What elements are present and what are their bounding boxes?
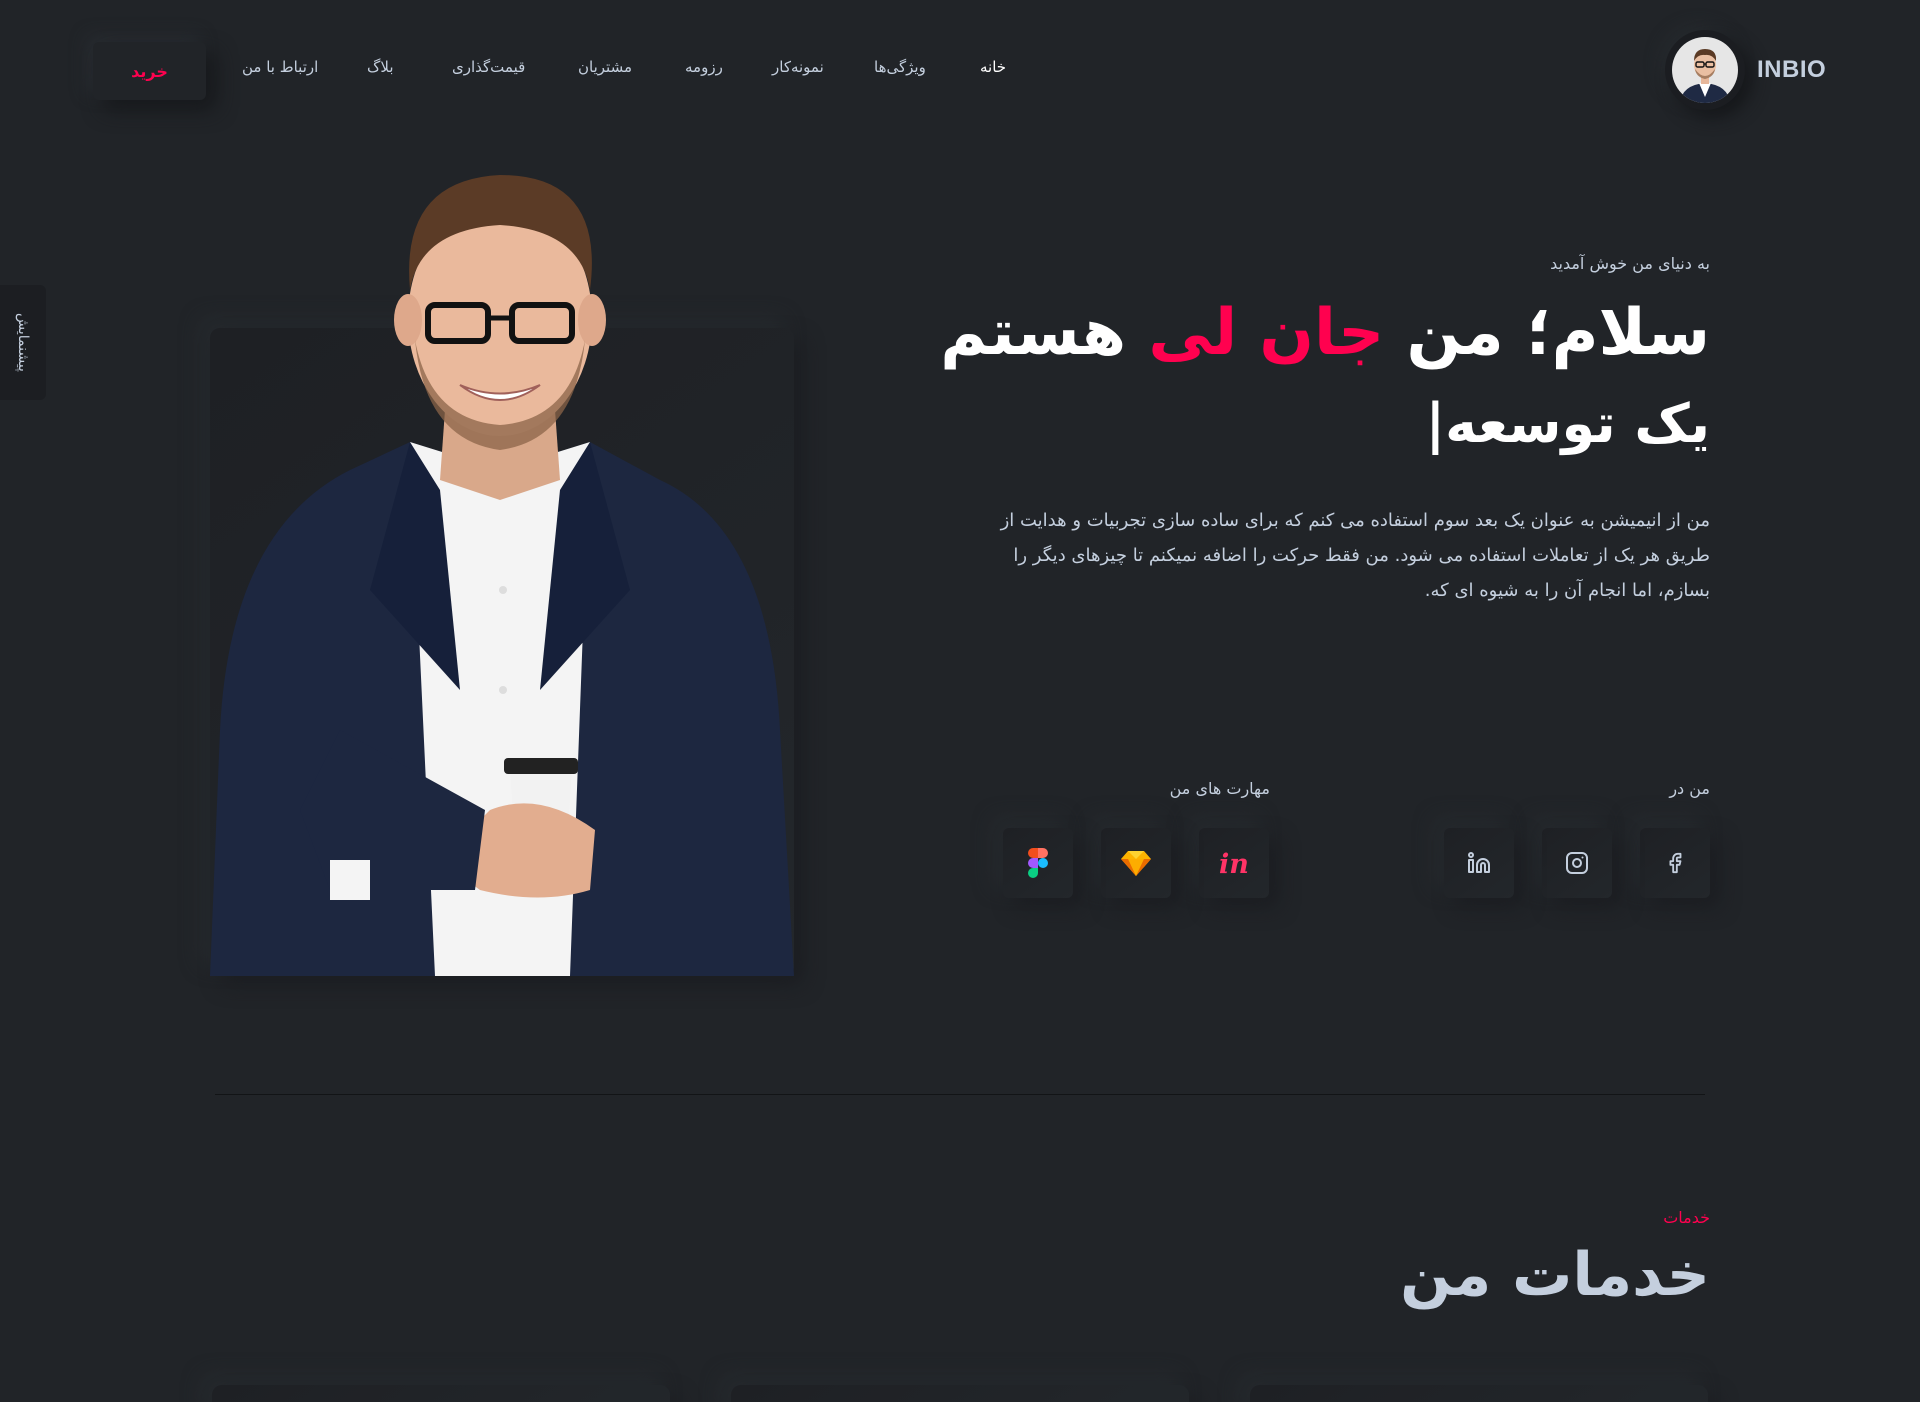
linkedin-icon [1468,852,1490,873]
figma-skill[interactable] [1003,828,1073,898]
brand-name: INBIO [1757,56,1827,83]
logo[interactable]: INBIO [1665,30,1826,110]
hero-description: من از انیمیشن به عنوان یک بعد سوم استفاد… [1000,510,1710,601]
nav-contact[interactable]: ارتباط با من [242,58,318,76]
nav-home[interactable]: خانه [980,58,1006,76]
sketch-icon [1121,851,1151,876]
preview-side-tab-label: پیشنمایش [15,313,31,372]
nav-resume[interactable]: رزومه [685,58,723,76]
instagram-icon [1566,852,1588,874]
section-divider [215,1094,1705,1095]
hero-name: جان لی [1148,296,1385,370]
svg-text:in: in [1219,849,1249,878]
hero-title: سلام؛ من جان لی هستم [940,296,1710,370]
nav-pricing[interactable]: قیمت‌گذاری [452,58,525,76]
hero-title-after: هستم [940,296,1149,370]
hero-role: یک توسعه| [1425,392,1710,455]
hero-person-image [210,170,794,976]
invision-skill[interactable]: in [1199,828,1269,898]
nav-features[interactable]: ویژگی‌ها [874,58,926,76]
hero-title-before: سلام؛ من [1384,296,1710,370]
services-kicker: خدمات [1663,1208,1710,1227]
invision-icon: in [1219,849,1249,878]
preview-side-tab[interactable]: پیشنمایش [0,285,46,400]
services-title: خدمات من [1400,1240,1710,1310]
facebook-icon [1669,852,1682,874]
nav-clients[interactable]: مشتریان [578,58,632,76]
buy-button[interactable]: خرید [93,42,206,100]
figma-icon [1028,848,1048,878]
instagram-button[interactable] [1542,828,1612,898]
service-card[interactable] [212,1385,670,1402]
linkedin-button[interactable] [1444,828,1514,898]
logo-avatar [1665,30,1745,110]
sketch-skill[interactable] [1101,828,1171,898]
nav-blog[interactable]: بلاگ [367,58,394,76]
welcome-text: به دنیای من خوش آمدید [1550,254,1710,273]
nav-portfolio[interactable]: نمونه‌کار [772,58,824,76]
facebook-button[interactable] [1640,828,1710,898]
service-card[interactable] [1250,1385,1708,1402]
find-me-label: من در [1669,779,1710,798]
service-card[interactable] [731,1385,1189,1402]
skills-label: مهارت های من [1169,779,1270,798]
